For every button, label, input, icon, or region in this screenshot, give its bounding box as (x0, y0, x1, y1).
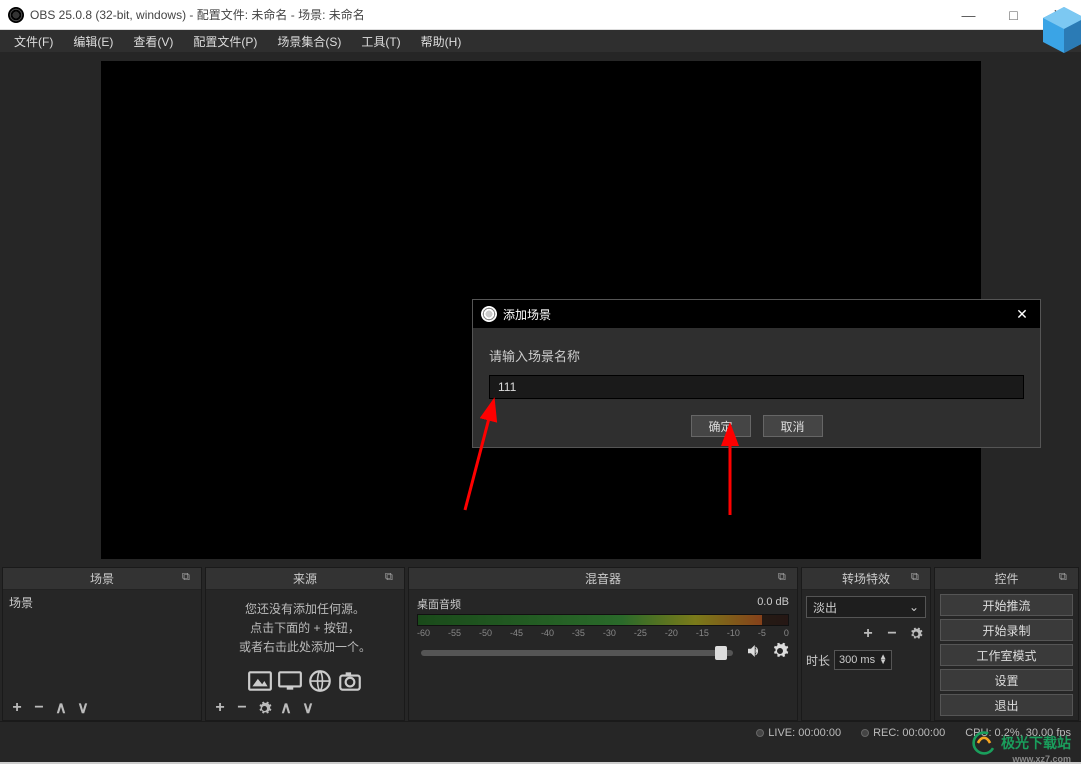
live-dot-icon (756, 729, 764, 737)
window-title: OBS 25.0.8 (32-bit, windows) - 配置文件: 未命名… (30, 6, 946, 23)
source-up-button[interactable]: ∧ (276, 698, 296, 718)
menu-scenes[interactable]: 场景集合(S) (267, 30, 351, 53)
trans-popout-icon[interactable]: ⧉ (911, 571, 927, 587)
mixer-settings-icon[interactable] (771, 642, 789, 663)
minimize-button[interactable]: — (946, 0, 991, 29)
cube-overlay-icon (1039, 5, 1081, 55)
scene-down-button[interactable]: ∨ (73, 698, 93, 718)
dialog-close-button[interactable]: ✕ (1012, 306, 1032, 323)
rec-dot-icon (861, 729, 869, 737)
scene-name-input[interactable] (489, 375, 1024, 399)
scenes-popout-icon[interactable]: ⧉ (182, 571, 198, 587)
sources-panel: 来源 ⧉ 您还没有添加任何源。 点击下面的 + 按钮， 或者右击此处添加一个。 +… (205, 567, 405, 721)
scene-add-button[interactable]: + (7, 698, 27, 718)
duration-spinner[interactable]: 300 ms▲▼ (834, 650, 892, 670)
meter-ticks: -60-55-50-45-40-35-30-25-20-15-10-50 (417, 628, 789, 638)
trans-add-button[interactable]: + (858, 624, 878, 644)
trans-settings-button[interactable] (906, 624, 926, 644)
watermark-icon (971, 730, 997, 756)
dialog-label: 请输入场景名称 (489, 346, 1024, 365)
image-source-icon (247, 668, 273, 694)
source-add-button[interactable]: + (210, 698, 230, 718)
menu-edit[interactable]: 编辑(E) (63, 30, 123, 53)
audio-meter (417, 614, 789, 626)
maximize-button[interactable]: □ (991, 0, 1036, 29)
sources-msg-2: 点击下面的 + 按钮， (214, 619, 396, 638)
browser-source-icon (307, 668, 333, 694)
ctrl-popout-icon[interactable]: ⧉ (1059, 571, 1075, 587)
menubar: 文件(F) 编辑(E) 查看(V) 配置文件(P) 场景集合(S) 工具(T) … (0, 30, 1081, 52)
start-record-button[interactable]: 开始录制 (940, 619, 1073, 641)
watermark-text: 极光下载站 (1001, 733, 1071, 753)
scene-item[interactable]: 场景 (3, 590, 201, 615)
status-live: LIVE: 00:00:00 (768, 727, 841, 739)
menu-tools[interactable]: 工具(T) (351, 30, 410, 53)
dialog-cancel-button[interactable]: 取消 (763, 415, 823, 437)
source-remove-button[interactable]: − (232, 698, 252, 718)
sources-msg-3: 或者右击此处添加一个。 (214, 638, 396, 657)
speaker-icon[interactable] (745, 642, 763, 663)
scenes-panel: 场景 ⧉ 场景 + − ∧ ∨ (2, 567, 202, 721)
dialog-obs-icon (481, 306, 497, 322)
mixer-title: 混音器 (585, 570, 621, 587)
start-stream-button[interactable]: 开始推流 (940, 594, 1073, 616)
watermark-sub: www.xz7.com (1012, 754, 1071, 764)
menu-profile[interactable]: 配置文件(P) (183, 30, 267, 53)
transitions-title: 转场特效 (842, 570, 890, 587)
menu-file[interactable]: 文件(F) (4, 30, 63, 53)
transitions-panel: 转场特效 ⧉ 淡出⌄ + − 时长 300 ms▲▼ (801, 567, 931, 721)
mixer-popout-icon[interactable]: ⧉ (778, 571, 794, 587)
source-settings-button[interactable] (254, 698, 274, 718)
app-window: OBS 25.0.8 (32-bit, windows) - 配置文件: 未命名… (0, 0, 1081, 762)
scene-remove-button[interactable]: − (29, 698, 49, 718)
menu-view[interactable]: 查看(V) (123, 30, 183, 53)
scenes-title: 场景 (90, 570, 114, 587)
menu-help[interactable]: 帮助(H) (411, 30, 472, 53)
controls-title: 控件 (994, 570, 1018, 587)
status-rec: REC: 00:00:00 (873, 727, 945, 739)
titlebar: OBS 25.0.8 (32-bit, windows) - 配置文件: 未命名… (0, 0, 1081, 30)
mixer-track-name: 桌面音频 (417, 596, 461, 612)
bottom-panels: 场景 ⧉ 场景 + − ∧ ∨ 来源 ⧉ 您还没有添加任何源。 点击下面的 + 按钮… (0, 567, 1081, 721)
trans-remove-button[interactable]: − (882, 624, 902, 644)
sources-title: 来源 (293, 570, 317, 587)
dialog-title: 添加场景 (503, 306, 1012, 323)
scene-up-button[interactable]: ∧ (51, 698, 71, 718)
display-source-icon (277, 668, 303, 694)
mixer-panel: 混音器 ⧉ 桌面音频 0.0 dB -60-55-50-45-40-35-30-2… (408, 567, 798, 721)
sources-msg-1: 您还没有添加任何源。 (214, 600, 396, 619)
watermark: 极光下载站 www.xz7.com (971, 730, 1071, 756)
mixer-level: 0.0 dB (757, 596, 789, 612)
add-scene-dialog: 添加场景 ✕ 请输入场景名称 确定 取消 (472, 299, 1041, 448)
source-down-button[interactable]: ∨ (298, 698, 318, 718)
obs-logo-icon (8, 7, 24, 23)
volume-slider[interactable] (421, 650, 733, 656)
studio-mode-button[interactable]: 工作室模式 (940, 644, 1073, 666)
statusbar: LIVE: 00:00:00 REC: 00:00:00 CPU: 0.2%, … (0, 721, 1081, 743)
duration-label: 时长 (806, 652, 830, 669)
exit-button[interactable]: 退出 (940, 694, 1073, 716)
camera-source-icon (337, 668, 363, 694)
sources-popout-icon[interactable]: ⧉ (385, 571, 401, 587)
source-type-icons (206, 668, 404, 694)
controls-panel: 控件 ⧉ 开始推流 开始录制 工作室模式 设置 退出 (934, 567, 1079, 721)
dialog-ok-button[interactable]: 确定 (691, 415, 751, 437)
transition-select[interactable]: 淡出⌄ (806, 596, 926, 618)
settings-button[interactable]: 设置 (940, 669, 1073, 691)
